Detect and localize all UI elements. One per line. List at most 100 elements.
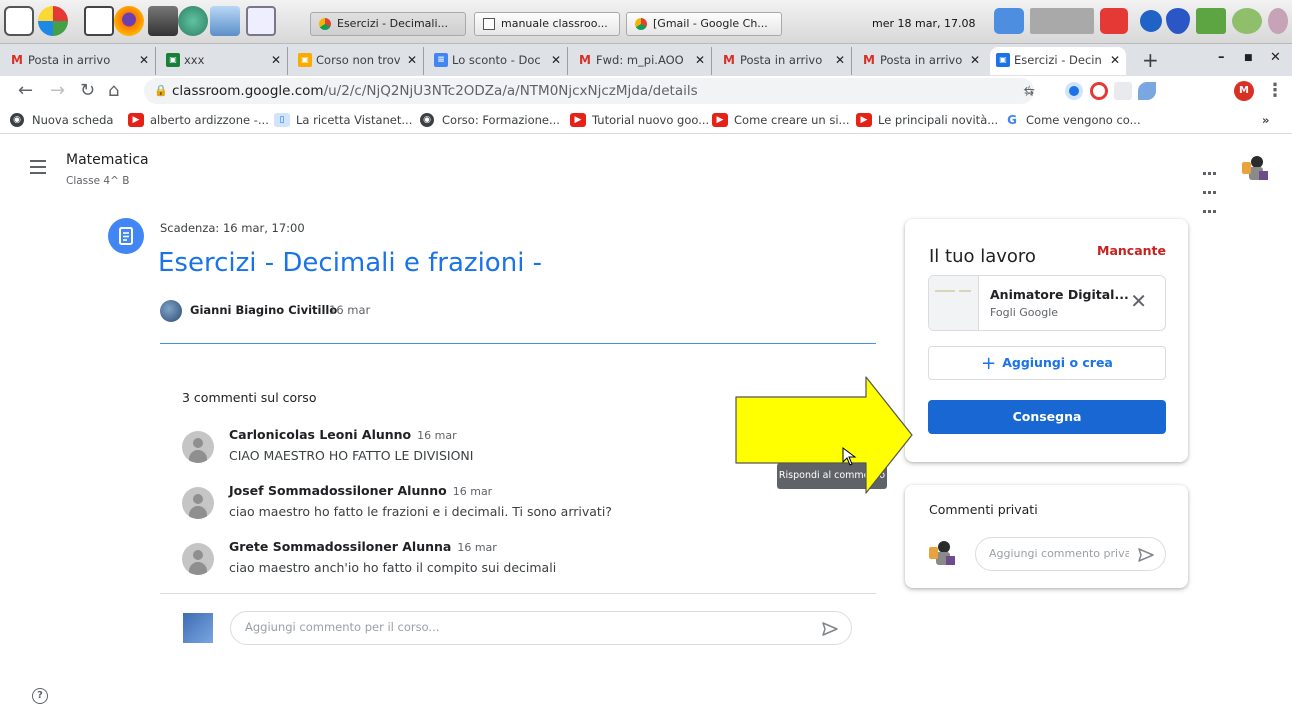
classroom-icon: ▣ [298, 53, 312, 67]
new-tab-button[interactable]: + [1142, 48, 1159, 72]
help-icon[interactable]: ? [32, 688, 48, 704]
taskbar-task-gmail[interactable]: [Gmail - Google Ch... [626, 12, 782, 36]
user-tray-icon[interactable] [1268, 8, 1288, 34]
class-comment-input[interactable] [245, 620, 805, 634]
tab-xxx[interactable]: ▣ xxx ✕ [160, 47, 288, 75]
globe-icon: ◉ [10, 113, 24, 127]
taskbar-task-label: Esercizi - Decimali... [337, 17, 449, 30]
classroom-header: Matematica Classe 4^ B [0, 135, 1292, 213]
camera-app-icon[interactable] [148, 6, 178, 36]
tab-posta-in-arrivo-2[interactable]: M Posta in arrivo ✕ [716, 47, 852, 75]
extension-camera-icon[interactable] [1065, 82, 1083, 100]
tab-corso-non-trovato[interactable]: ▣ Corso non trov ✕ [292, 47, 424, 75]
main-menu-icon[interactable] [30, 160, 46, 178]
tab-posta-in-arrivo-3[interactable]: M Posta in arrivo ✕ [856, 47, 986, 75]
bookmark-item[interactable]: ▶ Le principali novità... [856, 111, 998, 129]
tab-posta-in-arrivo-1[interactable]: M Posta in arrivo ✕ [4, 47, 156, 75]
address-bar[interactable]: 🔒 classroom.google.com/u/2/c/NjQ2NjU3NTc… [144, 78, 1036, 104]
minimize-icon[interactable]: – [1218, 50, 1225, 65]
private-comments-card: Commenti privati [905, 485, 1188, 588]
bookmark-item[interactable]: ▶ Come creare un si... [712, 111, 850, 129]
tab-fwd[interactable]: M Fwd: m_pi.AOO ✕ [572, 47, 712, 75]
chart-app-icon[interactable] [38, 6, 68, 36]
forward-icon[interactable]: → [50, 76, 65, 106]
taskbar-task-manual[interactable]: manuale classroo... [474, 12, 620, 36]
author-avatar [160, 300, 182, 322]
user-avatar[interactable] [1240, 153, 1270, 183]
chrome-icon [635, 18, 647, 30]
bookmark-item[interactable]: ▶ Tutorial nuovo goo... [570, 111, 709, 129]
extension-mask-icon[interactable] [1114, 82, 1132, 100]
close-tab-icon[interactable]: ✕ [407, 47, 417, 73]
bookmark-star-icon[interactable]: ☆ [1023, 78, 1036, 104]
opera-icon[interactable] [1090, 82, 1108, 100]
close-tab-icon[interactable]: ✕ [1110, 47, 1120, 73]
bookmark-item[interactable]: ▯ La ricetta Vistanet... [274, 111, 412, 129]
volume-icon[interactable] [1232, 8, 1262, 34]
close-tab-icon[interactable]: ✕ [695, 47, 705, 73]
commenter-avatar [182, 543, 214, 575]
profile-avatar[interactable]: M [1234, 81, 1254, 101]
power-icon[interactable] [1100, 8, 1128, 34]
chrome-tray-icon[interactable] [994, 8, 1024, 34]
classroom-icon: ▣ [166, 53, 180, 67]
taskbar-task-label: [Gmail - Google Ch... [653, 17, 768, 30]
files-app-icon[interactable] [210, 6, 240, 36]
browser-menu-icon[interactable]: ⋮ [1266, 76, 1284, 106]
course-name[interactable]: Matematica [66, 152, 149, 168]
posted-date: 16 mar [329, 303, 371, 317]
bluetooth-icon[interactable] [1140, 10, 1162, 32]
browser-tab-strip: M Posta in arrivo ✕ ▣ xxx ✕ ▣ Corso non … [0, 44, 1292, 76]
tab-esercizi-active[interactable]: ▣ Esercizi - Decin ✕ [990, 47, 1126, 75]
lock-icon: 🔒 [154, 84, 168, 97]
system-clock[interactable]: mer 18 mar, 17.08 [872, 12, 990, 36]
tab-label: Esercizi - Decin [1014, 53, 1102, 67]
close-tab-icon[interactable]: ✕ [551, 47, 561, 73]
taskbar-task-classroom[interactable]: Esercizi - Decimali... [310, 12, 466, 36]
class-comments-count[interactable]: 3 commenti sul corso [182, 390, 316, 405]
note-app-icon[interactable] [4, 6, 34, 36]
due-date: Scadenza: 16 mar, 17:00 [160, 221, 305, 235]
bookmark-item[interactable]: ▶ alberto ardizzone -... [128, 111, 269, 129]
private-comment-input[interactable] [989, 547, 1129, 560]
send-icon[interactable] [1137, 546, 1155, 564]
comment-text: ciao maestro anch'io ho fatto il compito… [229, 560, 557, 575]
current-user-avatar [183, 613, 213, 643]
back-icon[interactable]: ← [18, 76, 33, 106]
terminal-app-icon[interactable] [178, 6, 208, 36]
bookmark-item[interactable]: ◉ Corso: Formazione... [420, 111, 560, 129]
class-comment-field[interactable] [230, 611, 852, 645]
close-tab-icon[interactable]: ✕ [271, 47, 281, 73]
private-comment-field[interactable] [975, 537, 1166, 571]
remove-attachment-icon[interactable]: ✕ [1130, 291, 1147, 311]
google-apps-icon[interactable] [1202, 161, 1218, 218]
document-icon [483, 18, 495, 30]
settings-app-icon[interactable] [246, 6, 276, 36]
document-app-icon[interactable] [84, 6, 114, 36]
commenter-name: Grete Sommadossiloner Alunna [229, 539, 452, 554]
close-tab-icon[interactable]: ✕ [139, 47, 149, 73]
reload-icon[interactable]: ↻ [80, 76, 95, 106]
network-icon[interactable] [1196, 8, 1226, 34]
add-or-create-button[interactable]: + Aggiungi o crea [928, 346, 1166, 380]
bookmark-label: Come creare un si... [734, 113, 850, 127]
tab-lo-sconto[interactable]: ≡ Lo sconto - Doc ✕ [428, 47, 568, 75]
send-icon[interactable] [821, 620, 839, 638]
extension-feather-icon[interactable] [1138, 82, 1156, 100]
shield-icon[interactable] [1166, 8, 1190, 34]
close-window-icon[interactable]: ✕ [1270, 50, 1281, 65]
maximize-icon[interactable]: ■ [1244, 53, 1253, 63]
bookmark-item[interactable]: ◉ Nuova scheda [10, 111, 113, 129]
submit-button[interactable]: Consegna [928, 400, 1166, 434]
close-tab-icon[interactable]: ✕ [835, 47, 845, 73]
commenter-avatar [182, 431, 214, 463]
bookmarks-overflow-button[interactable]: » [1262, 111, 1269, 129]
attachment-card[interactable]: Animatore Digital... Fogli Google ✕ [928, 275, 1166, 331]
firefox-icon[interactable] [114, 6, 144, 36]
sheet-thumbnail [929, 276, 979, 330]
tab-label: Posta in arrivo [740, 53, 823, 67]
assignment-title: Esercizi - Decimali e frazioni - [158, 248, 543, 278]
bookmark-item[interactable]: G Come vengono co... [1004, 111, 1141, 129]
close-tab-icon[interactable]: ✕ [970, 47, 980, 73]
home-icon[interactable]: ⌂ [108, 76, 119, 106]
